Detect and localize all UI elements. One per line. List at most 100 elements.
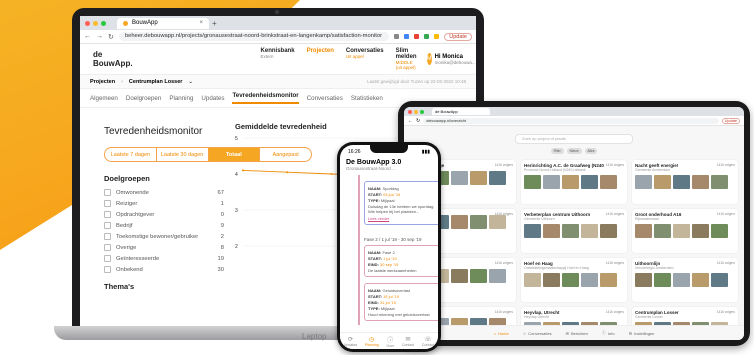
- photo-thumbnail[interactable]: [489, 269, 506, 283]
- filter-chip[interactable]: Filter: [550, 148, 564, 154]
- photo-thumbnail[interactable]: [524, 175, 541, 189]
- close-tab-icon[interactable]: ×: [199, 20, 203, 26]
- forward-icon[interactable]: →: [96, 33, 103, 40]
- tab-planning[interactable]: Planning: [169, 95, 193, 102]
- photo-thumbnail[interactable]: [673, 175, 690, 189]
- target-row[interactable]: Toekomstige bewoner/gebruiker 2: [104, 232, 224, 241]
- checkbox[interactable]: [104, 233, 111, 240]
- tab-planning[interactable]: ◷ Planning: [365, 336, 379, 347]
- photo-thumbnail[interactable]: [600, 175, 617, 189]
- checkbox[interactable]: [104, 244, 111, 251]
- filter-chip[interactable]: Nieuw: [566, 148, 582, 154]
- photo-thumbnail[interactable]: [654, 224, 671, 238]
- photo-thumbnail[interactable]: [711, 175, 728, 189]
- nav-berichten[interactable]: ✉ Berichten: [566, 331, 588, 336]
- breadcrumb-projects[interactable]: Projecten: [90, 79, 115, 85]
- tab-conversaties[interactable]: Conversaties: [307, 95, 343, 102]
- target-row[interactable]: Bedrijf 9: [104, 221, 224, 230]
- photo-thumbnail[interactable]: [543, 273, 560, 287]
- data-point[interactable]: [242, 169, 244, 172]
- minimize-window-icon[interactable]: [414, 109, 418, 114]
- photo-thumbnail[interactable]: [673, 273, 690, 287]
- tab-contact-2[interactable]: ☏ Contact: [422, 336, 434, 347]
- read-more-link[interactable]: Lees verder: [368, 216, 436, 221]
- photo-thumbnail[interactable]: [600, 224, 617, 238]
- photo-thumbnail[interactable]: [451, 171, 468, 185]
- extension-icon[interactable]: [434, 34, 440, 39]
- photo-thumbnail[interactable]: [524, 224, 541, 238]
- nav-instellingen[interactable]: ⚙ Instellingen: [629, 331, 655, 336]
- share-icon[interactable]: [394, 34, 400, 39]
- ipad-update-button[interactable]: Update: [721, 117, 740, 124]
- planning-card[interactable]: NAAM: Geluidsoverlast START: 15 jul '19 …: [364, 283, 438, 321]
- project-card[interactable]: Herinrichting A.C. de Graafweg (N240) Pro…: [521, 160, 627, 204]
- data-point[interactable]: [330, 173, 333, 175]
- photo-thumbnail[interactable]: [692, 224, 709, 238]
- target-row[interactable]: Omwonende 67: [104, 188, 224, 197]
- target-row[interactable]: Overige 8: [104, 243, 224, 252]
- browser-tab[interactable]: BouwApp ×: [117, 17, 209, 29]
- project-search-input[interactable]: Zoek op project of plaats: [515, 134, 633, 144]
- filter-7-days[interactable]: Laatste 7 dagen: [105, 148, 157, 161]
- photo-thumbnail[interactable]: [692, 273, 709, 287]
- checkbox[interactable]: [104, 266, 111, 273]
- nav-conversaties[interactable]: ☆ Conversaties: [523, 331, 552, 336]
- minimize-window-icon[interactable]: [93, 20, 98, 26]
- reload-icon[interactable]: ↻: [416, 118, 420, 124]
- photo-thumbnail[interactable]: [562, 175, 579, 189]
- project-card[interactable]: Nacht geeft energie! Gemeente Amsterdam 14…: [632, 160, 738, 204]
- avatar[interactable]: M: [426, 53, 432, 65]
- nav-kennisbank[interactable]: Kennisbank Extern: [261, 48, 295, 70]
- update-button[interactable]: Update: [444, 32, 472, 41]
- project-card[interactable]: Uithoornlijn Vervoerregio Amsterdam 1416 v…: [632, 258, 738, 302]
- photo-thumbnail[interactable]: [562, 224, 579, 238]
- photo-thumbnail[interactable]: [489, 215, 506, 229]
- photo-thumbnail[interactable]: [489, 171, 506, 185]
- tab-doelgroepen[interactable]: Doelgroepen: [126, 95, 161, 102]
- tab-over[interactable]: ⓘ Over: [386, 335, 394, 348]
- nav-slim-melden[interactable]: Slim melden MIDDLE (uit appel): [396, 48, 417, 70]
- extension-icon[interactable]: [414, 34, 420, 39]
- checkbox[interactable]: [104, 200, 111, 207]
- photo-thumbnail[interactable]: [635, 175, 652, 189]
- project-card[interactable]: Groot onderhoud A16 Rijkswaterstaat 1416 v…: [632, 209, 738, 253]
- checkbox[interactable]: [104, 189, 111, 196]
- target-row[interactable]: Reiziger 1: [104, 199, 224, 208]
- filter-chip[interactable]: Alles: [584, 148, 598, 154]
- photo-thumbnail[interactable]: [470, 215, 487, 229]
- data-point[interactable]: [286, 171, 289, 174]
- photo-thumbnail[interactable]: [654, 175, 671, 189]
- tab-statistieken[interactable]: Statistieken: [351, 95, 383, 102]
- nav-home[interactable]: ⌂ Home: [494, 331, 509, 336]
- photo-thumbnail[interactable]: [711, 273, 728, 287]
- photo-thumbnail[interactable]: [635, 224, 652, 238]
- photo-thumbnail[interactable]: [470, 269, 487, 283]
- photo-thumbnail[interactable]: [581, 273, 598, 287]
- project-card[interactable]: Verbeterplan centrum Uithoorn Gemeente Ui…: [521, 209, 627, 253]
- ipad-address-bar[interactable]: debouwapp.nl/overzicht: [423, 117, 719, 124]
- tab-tevredenheidsmonitor[interactable]: Tevredenheidsmonitor: [232, 92, 299, 104]
- extension-icon[interactable]: [404, 34, 410, 39]
- breadcrumb-project[interactable]: Centrumplan Losser: [129, 79, 182, 85]
- photo-thumbnail[interactable]: [581, 224, 598, 238]
- photo-thumbnail[interactable]: [673, 224, 690, 238]
- planning-card[interactable]: NAAM: Fase 2 START: 1 jul '19 EIND: 30 s…: [364, 245, 438, 277]
- tab-algemeen[interactable]: Algemeen: [90, 95, 118, 102]
- checkbox[interactable]: [104, 255, 111, 262]
- photo-thumbnail[interactable]: [470, 171, 487, 185]
- maximize-window-icon[interactable]: [420, 109, 424, 114]
- tab-updates[interactable]: ⟳ Updates: [344, 336, 357, 347]
- photo-thumbnail[interactable]: [562, 273, 579, 287]
- address-bar[interactable]: beheer.debouwapp.nl/projects/gronausestr…: [118, 32, 390, 41]
- close-window-icon[interactable]: [408, 109, 412, 114]
- photo-thumbnail[interactable]: [600, 273, 617, 287]
- maximize-window-icon[interactable]: [101, 20, 106, 26]
- user-menu[interactable]: Hi Monica monika@debouwa...: [435, 54, 476, 65]
- nav-projecten[interactable]: Projecten: [307, 48, 334, 70]
- tab-updates[interactable]: Updates: [201, 95, 224, 102]
- checkbox[interactable]: [104, 222, 111, 229]
- ipad-browser-tab[interactable]: de BouwApp: [432, 108, 490, 115]
- target-row[interactable]: Opdrachtgever 0: [104, 210, 224, 219]
- reload-icon[interactable]: ↻: [108, 33, 114, 41]
- back-icon[interactable]: ←: [408, 118, 413, 124]
